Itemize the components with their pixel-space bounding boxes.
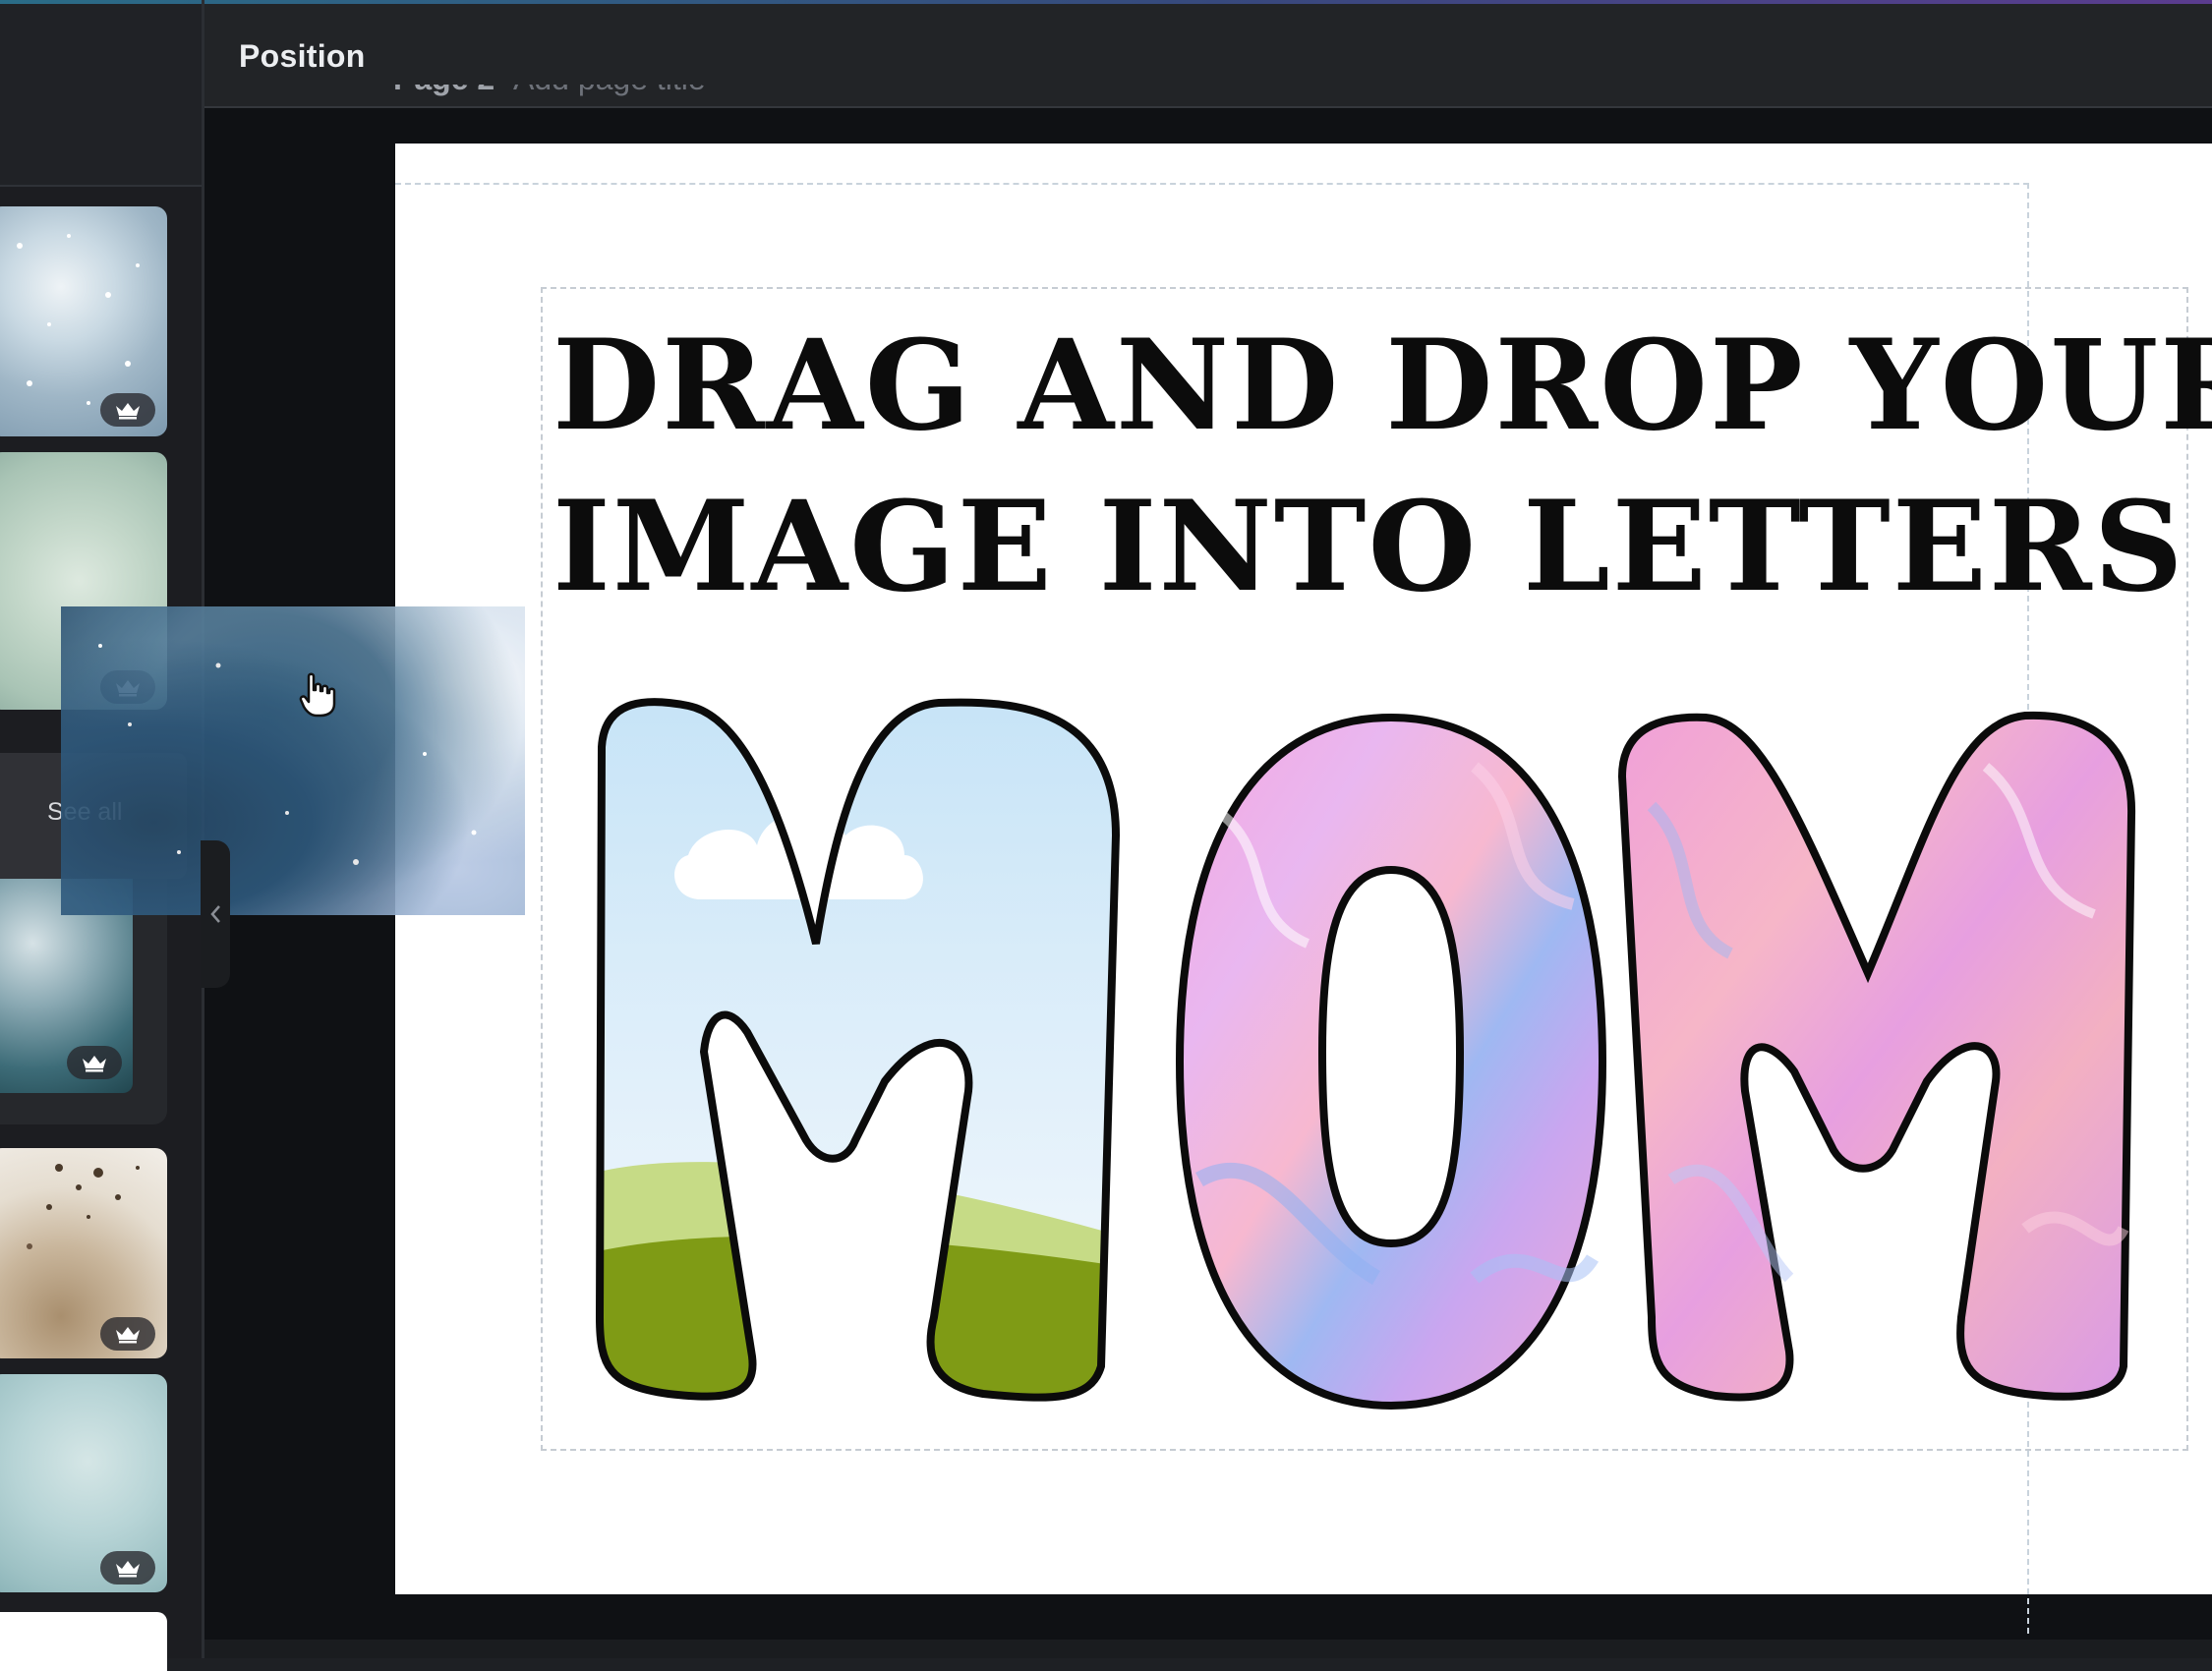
letter-o-marble[interactable] <box>1175 713 1607 1411</box>
dragged-image-preview[interactable] <box>61 606 525 915</box>
collapse-panel-button[interactable] <box>201 840 230 988</box>
letter-m2-marble[interactable] <box>1617 711 2136 1402</box>
hand-pointer-icon <box>299 672 336 718</box>
chevron-left-icon <box>210 905 220 923</box>
bottom-status-bar <box>204 1640 2212 1658</box>
preview-speckles <box>98 644 477 865</box>
